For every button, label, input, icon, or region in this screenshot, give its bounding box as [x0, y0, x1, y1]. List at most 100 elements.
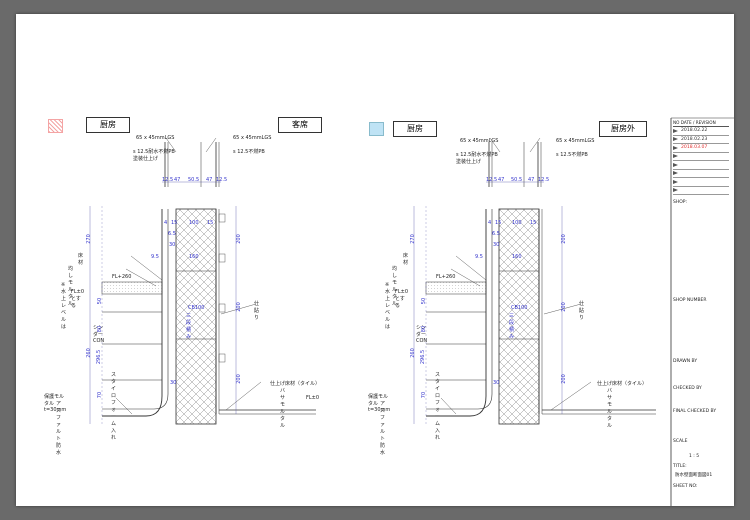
revision-date: 2018.02.22 [681, 128, 708, 134]
revision-list: 2018.02.22 2018.02.23 2018.03.07 [673, 127, 729, 195]
floor-label-right: 床材 [403, 253, 409, 266]
dim-r-1: 12.5 [486, 177, 498, 183]
dim-l-5: 12.5 [216, 177, 228, 183]
bedmortar-label-right: バサモルタル [607, 388, 613, 429]
dim-r-20: 50 [421, 297, 428, 305]
dim-l-16: 200 [235, 302, 242, 312]
dim-r-15: 200 [560, 234, 567, 244]
lgs-label-left-b: 65 x 45mmLGS [233, 135, 272, 141]
dim-r-21: 80 [421, 325, 428, 333]
revision-marker-icon [673, 162, 678, 167]
dim-l-6: 4 [164, 220, 168, 226]
dim-l-11: 30 [169, 242, 176, 248]
title-value: 防水壁面断面図01 [675, 473, 713, 478]
dim-l-21: 80 [97, 325, 104, 333]
revision-marker-icon [673, 154, 678, 159]
asphalt-label-right: アスファルト防水 [380, 401, 386, 456]
revision-row [673, 170, 729, 178]
wallpaper-label-left: 仕貼り [254, 301, 260, 321]
dim-l-3: 50.5 [188, 177, 200, 183]
dim-l-15: 200 [235, 234, 242, 244]
shop-number-label: SHOP NUMBER [673, 298, 707, 303]
revision-marker-icon [673, 137, 678, 142]
scale-label: SCALE [673, 439, 688, 444]
dim-l-22: 70 [97, 391, 104, 399]
dim-l-19: 296.5 [96, 349, 103, 365]
cb-stack-label-right: 三段積み [509, 313, 515, 340]
dim-r-11: 30 [493, 242, 500, 248]
dim-l-14: 270 [85, 234, 92, 244]
section-drawing [89, 117, 734, 506]
dim-r-22: 70 [421, 391, 428, 399]
checked-by-label: CHECKED BY [673, 386, 702, 391]
revision-header: NO DATE / REVISION [673, 120, 729, 127]
cb-label-right: CB100 [511, 305, 528, 311]
dim-r-10: 6.5 [492, 231, 500, 237]
title-block: NO DATE / REVISION 2018.02.22 2018.02.23 2… [673, 120, 729, 195]
shop-label: SHOP: [673, 200, 688, 205]
revision-date: 2018.03.07 [681, 145, 708, 151]
revision-row [673, 161, 729, 170]
tile-label-left: 仕上げ床材（タイル） [270, 381, 321, 387]
dim-l-2: 47 [174, 177, 181, 183]
fl260-label-left: FL+260 [112, 274, 132, 280]
board-label-left-2: 塗装仕上げ [133, 156, 159, 162]
lgs-label-left-a: 65 x 45mmLGS [136, 135, 175, 141]
title-label: TITLE: [673, 464, 687, 469]
dim-r-8: 100 [512, 220, 522, 226]
board-label-right-2: 塗装仕上げ [456, 159, 482, 165]
sheet-no-label: SHEET NO: [673, 484, 698, 489]
dim-l-17: 200 [235, 374, 242, 384]
waterlevel-label-left-1: ※水上レベルは [61, 282, 67, 330]
lgs-label-right-a: 65 x 45mmLGS [460, 138, 499, 144]
dim-r-9: 15 [530, 220, 537, 226]
revision-row: 2018.02.23 [673, 136, 729, 144]
final-checked-label: FINAL CHECKED BY [673, 409, 717, 414]
dim-l-13: 160 [189, 254, 199, 260]
revision-marker-icon [673, 128, 678, 133]
cb-stack-label-left: 三段積み [186, 313, 192, 340]
board-label-left-1: s 12.5耐水不燃PB [133, 149, 175, 155]
revision-marker-icon [673, 145, 678, 150]
tile-label-right: 仕上げ床材（タイル） [597, 381, 648, 387]
dim-r-12: 9.5 [475, 254, 483, 260]
waterlevel-label-right-2: FL±0とする [395, 289, 409, 309]
revision-row [673, 153, 729, 161]
floor-label-left: 床材 [78, 253, 84, 266]
bedmortar-label-left: バサモルタル [280, 388, 286, 429]
revision-marker-icon [673, 171, 678, 176]
dim-l-1: 12.5 [162, 177, 174, 183]
dim-r-23: 30 [493, 380, 500, 386]
dim-r-5: 12.5 [538, 177, 550, 183]
title-block-fields: SHOP: SHOP NUMBER DRAWN BY CHECKED BY FI… [673, 194, 731, 494]
waterlevel-label-right-1: ※水上レベルは [385, 282, 391, 330]
revision-row: 2018.02.22 [673, 127, 729, 136]
asphalt-label-left: アスファルト防水 [56, 401, 62, 456]
dim-r-6: 4 [488, 220, 492, 226]
dim-l-10: 6.5 [168, 231, 176, 237]
revision-row [673, 178, 729, 187]
dim-l-7: 15 [171, 220, 178, 226]
board-label-left-3: s 12.5不燃PB [233, 149, 265, 155]
dim-r-18: 260 [409, 348, 416, 358]
dim-r-13: 160 [512, 254, 522, 260]
board-label-right-1: s 12.5耐水不燃PB [456, 152, 498, 158]
dim-l-9: 15 [207, 220, 214, 226]
dim-l-8: 100 [189, 220, 199, 226]
dim-l-18: 260 [85, 348, 92, 358]
revision-date: 2018.02.23 [681, 136, 708, 142]
dim-r-4: 47 [528, 177, 535, 183]
dim-l-12: 9.5 [151, 254, 159, 260]
lgs-label-right-b: 65 x 45mmLGS [556, 138, 595, 144]
scale-value: 1 : 5 [689, 454, 700, 459]
revision-row: 2018.03.07 [673, 144, 729, 153]
wallpaper-label-right: 仕貼り [579, 301, 585, 321]
fl260-label-right: FL+260 [436, 274, 456, 280]
cb-label-left: CB100 [188, 305, 205, 311]
drawing-sheet: 厨房 客席 厨房 厨房外 65 x 45mmLGS 65 x 45mmLGS s… [16, 14, 734, 506]
styro-label-right: スタイロフォーム入れ [435, 372, 441, 441]
fl0-label-left: FL±0 [306, 395, 320, 401]
dim-l-23: 30 [170, 380, 177, 386]
dim-l-20: 50 [97, 297, 104, 305]
revision-marker-icon [673, 188, 678, 193]
